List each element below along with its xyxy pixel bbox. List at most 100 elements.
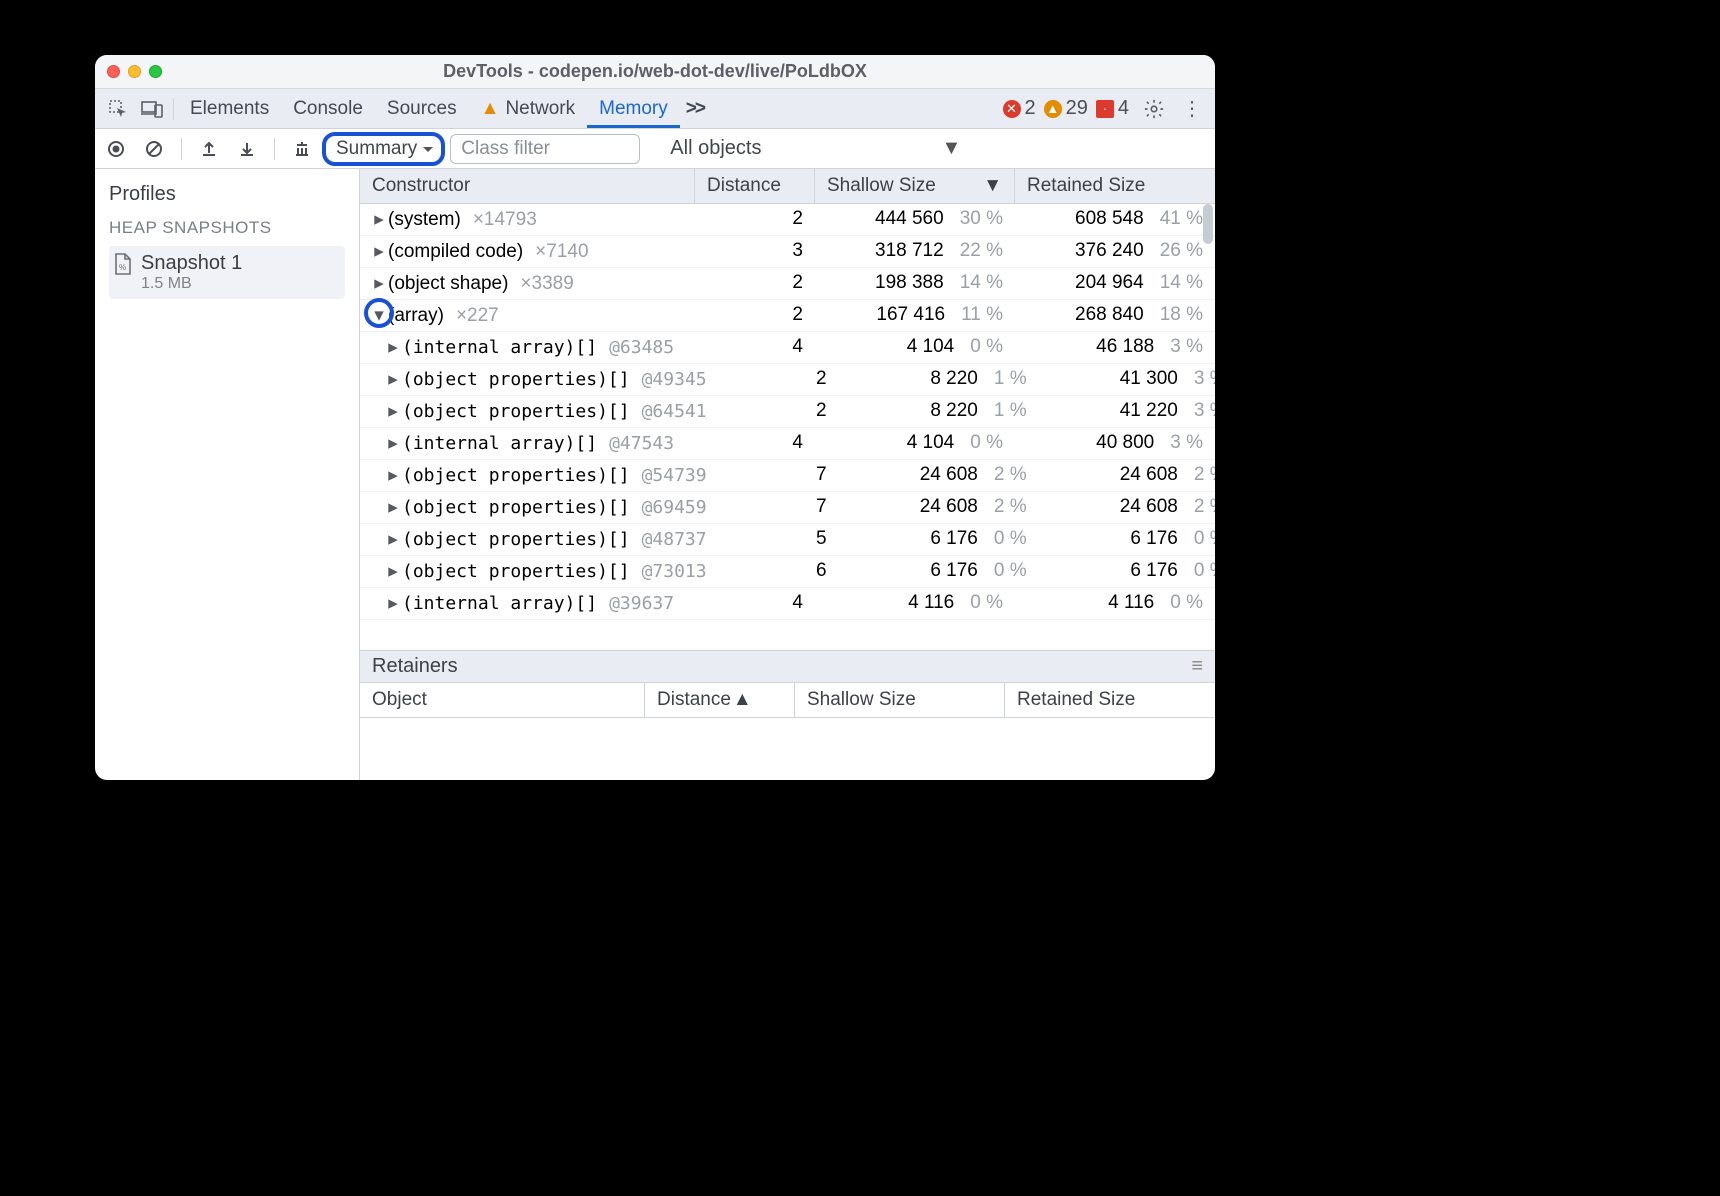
close-window-button[interactable] <box>107 65 120 78</box>
table-row[interactable]: (object properties)[]@69459724 6082 %24 … <box>360 492 1215 524</box>
upload-icon[interactable] <box>194 140 224 158</box>
row-name: (object properties)[] <box>402 561 630 582</box>
col-constructor[interactable]: Constructor <box>360 169 695 203</box>
row-name: (compiled code) <box>388 241 523 263</box>
object-scope-dropdown[interactable]: All objects ▼ <box>670 137 961 160</box>
ret-col-distance[interactable]: Distance ▲ <box>645 683 795 717</box>
tab-sources[interactable]: Sources <box>375 89 469 128</box>
row-name: (internal array)[] <box>402 337 597 358</box>
table-row[interactable]: (compiled code)×71403318 71222 %376 2402… <box>360 236 1215 268</box>
hamburger-icon[interactable]: ≡ <box>1191 655 1203 678</box>
disclosure-triangle-icon[interactable] <box>386 496 400 519</box>
table-row[interactable]: (object properties)[]@7301366 1760 %6 17… <box>360 556 1215 588</box>
disclosure-triangle-icon[interactable] <box>386 464 400 487</box>
disclosure-triangle-icon[interactable] <box>386 432 400 455</box>
chevron-down-icon: ▼ <box>941 137 961 160</box>
table-row[interactable]: (internal array)[]@6348544 1040 %46 1883… <box>360 332 1215 364</box>
svg-text:%: % <box>119 263 126 272</box>
table-row[interactable]: (system)×147932444 56030 %608 54841 % <box>360 204 1215 236</box>
col-shallow[interactable]: Shallow Size ▼ <box>815 169 1015 203</box>
row-retained: 6 1760 % <box>1039 556 1215 587</box>
disclosure-triangle-icon[interactable] <box>386 592 400 615</box>
snapshot-size: 1.5 MB <box>141 275 242 293</box>
row-retained: 204 96414 % <box>1015 268 1215 299</box>
warning-count[interactable]: ▲ 29 <box>1044 97 1088 120</box>
table-row[interactable]: (object properties)[]@4873756 1760 %6 17… <box>360 524 1215 556</box>
table-row[interactable]: (object properties)[]@6454128 2201 %41 2… <box>360 396 1215 428</box>
disclosure-triangle-icon[interactable] <box>386 560 400 583</box>
table-row[interactable]: (object properties)[]@54739724 6082 %24 … <box>360 460 1215 492</box>
tab-elements[interactable]: Elements <box>178 89 281 128</box>
row-retained: 24 6082 % <box>1039 492 1215 523</box>
row-count: ×14793 <box>473 209 537 231</box>
disclosure-triangle-icon[interactable] <box>372 272 386 295</box>
heap-snapshots-heading: HEAP SNAPSHOTS <box>109 218 345 238</box>
row-distance: 7 <box>719 492 839 523</box>
gear-icon[interactable] <box>1137 98 1171 120</box>
view-mode-dropdown[interactable]: Summary <box>325 135 442 163</box>
tab-console[interactable]: Console <box>281 89 375 128</box>
disclosure-triangle-icon[interactable] <box>386 400 400 423</box>
row-retained: 24 6082 % <box>1039 460 1215 491</box>
window-title: DevTools - codepen.io/web-dot-dev/live/P… <box>95 61 1215 82</box>
scrollbar-thumb[interactable] <box>1203 204 1213 244</box>
minimize-window-button[interactable] <box>128 65 141 78</box>
class-filter-input[interactable]: Class filter <box>450 134 640 164</box>
collect-garbage-icon[interactable] <box>287 140 317 158</box>
row-object-id: @63485 <box>609 337 674 358</box>
tabs-overflow-button[interactable]: >> <box>680 89 710 128</box>
disclosure-triangle-icon[interactable] <box>386 368 400 391</box>
row-distance: 7 <box>719 460 839 491</box>
inspect-icon[interactable] <box>101 99 135 119</box>
row-count: ×3389 <box>520 273 573 295</box>
row-shallow: 318 71222 % <box>815 236 1015 267</box>
row-distance: 2 <box>719 396 839 427</box>
row-shallow: 4 1040 % <box>815 332 1015 363</box>
row-shallow: 4 1160 % <box>815 588 1015 619</box>
row-name: (system) <box>388 209 461 231</box>
disclosure-triangle-icon[interactable] <box>386 336 400 359</box>
row-shallow: 444 56030 % <box>815 204 1015 235</box>
col-retained[interactable]: Retained Size <box>1015 169 1215 203</box>
sort-asc-icon: ▲ <box>733 689 752 711</box>
kebab-menu-icon[interactable]: ⋮ <box>1175 96 1209 121</box>
table-body: (system)×147932444 56030 %608 54841 %(co… <box>360 204 1215 650</box>
download-icon[interactable] <box>232 140 262 158</box>
disclosure-triangle-icon[interactable] <box>372 208 386 231</box>
ret-col-retained[interactable]: Retained Size <box>1005 683 1215 717</box>
row-distance: 4 <box>695 588 815 619</box>
table-row[interactable]: (object properties)[]@4934528 2201 %41 3… <box>360 364 1215 396</box>
disclosure-triangle-icon[interactable] <box>372 240 386 263</box>
snapshot-item[interactable]: % Snapshot 1 1.5 MB <box>109 246 345 299</box>
record-icon[interactable] <box>101 140 131 158</box>
device-toolbar-icon[interactable] <box>135 100 169 118</box>
error-count[interactable]: ✕ 2 <box>1003 97 1036 120</box>
row-retained: 268 84018 % <box>1015 300 1215 331</box>
row-object-id: @48737 <box>642 529 707 550</box>
maximize-window-button[interactable] <box>149 65 162 78</box>
issues-icon: · <box>1096 100 1114 118</box>
disclosure-triangle-icon[interactable] <box>386 528 400 551</box>
row-retained: 376 24026 % <box>1015 236 1215 267</box>
warning-icon: ▲ <box>1044 100 1062 118</box>
ret-col-shallow[interactable]: Shallow Size <box>795 683 1005 717</box>
profiles-heading: Profiles <box>109 183 345 206</box>
row-retained: 4 1160 % <box>1015 588 1215 619</box>
table-row[interactable]: (array)×2272167 41611 %268 84018 % <box>360 300 1215 332</box>
table-row[interactable]: (internal array)[]@3963744 1160 %4 1160 … <box>360 588 1215 620</box>
clear-icon[interactable] <box>139 140 169 158</box>
row-name: (object properties)[] <box>402 369 630 390</box>
table-row[interactable]: (internal array)[]@4754344 1040 %40 8003… <box>360 428 1215 460</box>
row-name: (internal array)[] <box>402 433 597 454</box>
row-name: (object properties)[] <box>402 497 630 518</box>
tab-network[interactable]: ▲ Network <box>469 89 588 128</box>
ret-col-object[interactable]: Object <box>360 683 645 717</box>
table-row[interactable]: (object shape)×33892198 38814 %204 96414… <box>360 268 1215 300</box>
col-distance[interactable]: Distance <box>695 169 815 203</box>
issues-count[interactable]: · 4 <box>1096 97 1129 120</box>
devtools-tabstrip: Elements Console Sources ▲ Network Memor… <box>95 89 1215 129</box>
disclosure-triangle-icon[interactable] <box>372 304 386 327</box>
retainers-header[interactable]: Retainers ≡ <box>360 650 1215 683</box>
memory-toolbar: Summary Class filter All objects ▼ <box>95 129 1215 169</box>
tab-memory[interactable]: Memory <box>587 89 680 128</box>
